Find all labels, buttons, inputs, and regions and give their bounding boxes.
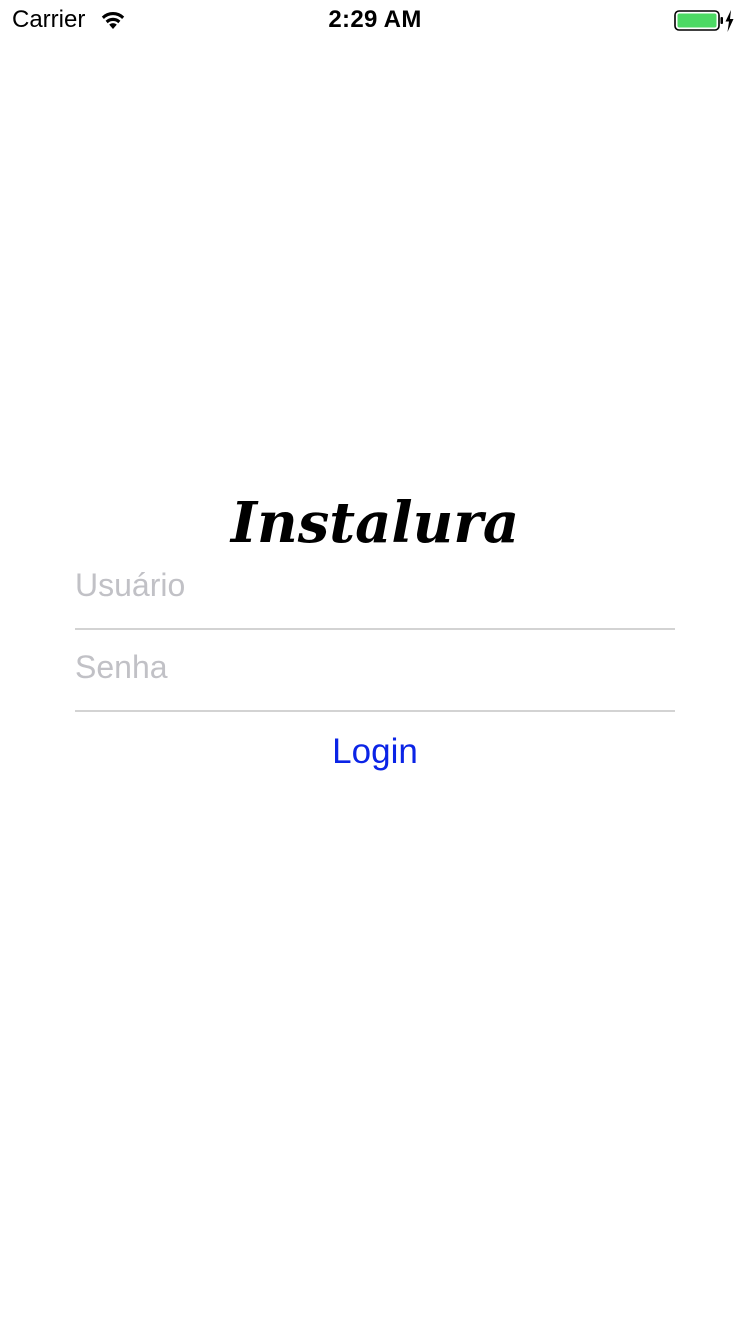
battery-icon [674, 10, 734, 32]
status-bar: Carrier 2:29 AM [0, 0, 750, 40]
status-time: 2:29 AM [328, 6, 422, 33]
username-input[interactable] [75, 546, 675, 624]
username-field[interactable] [75, 546, 675, 630]
charging-bolt-icon [725, 10, 734, 32]
password-input[interactable] [75, 628, 675, 706]
password-field[interactable] [75, 628, 675, 712]
login-button[interactable]: Login [275, 722, 475, 782]
